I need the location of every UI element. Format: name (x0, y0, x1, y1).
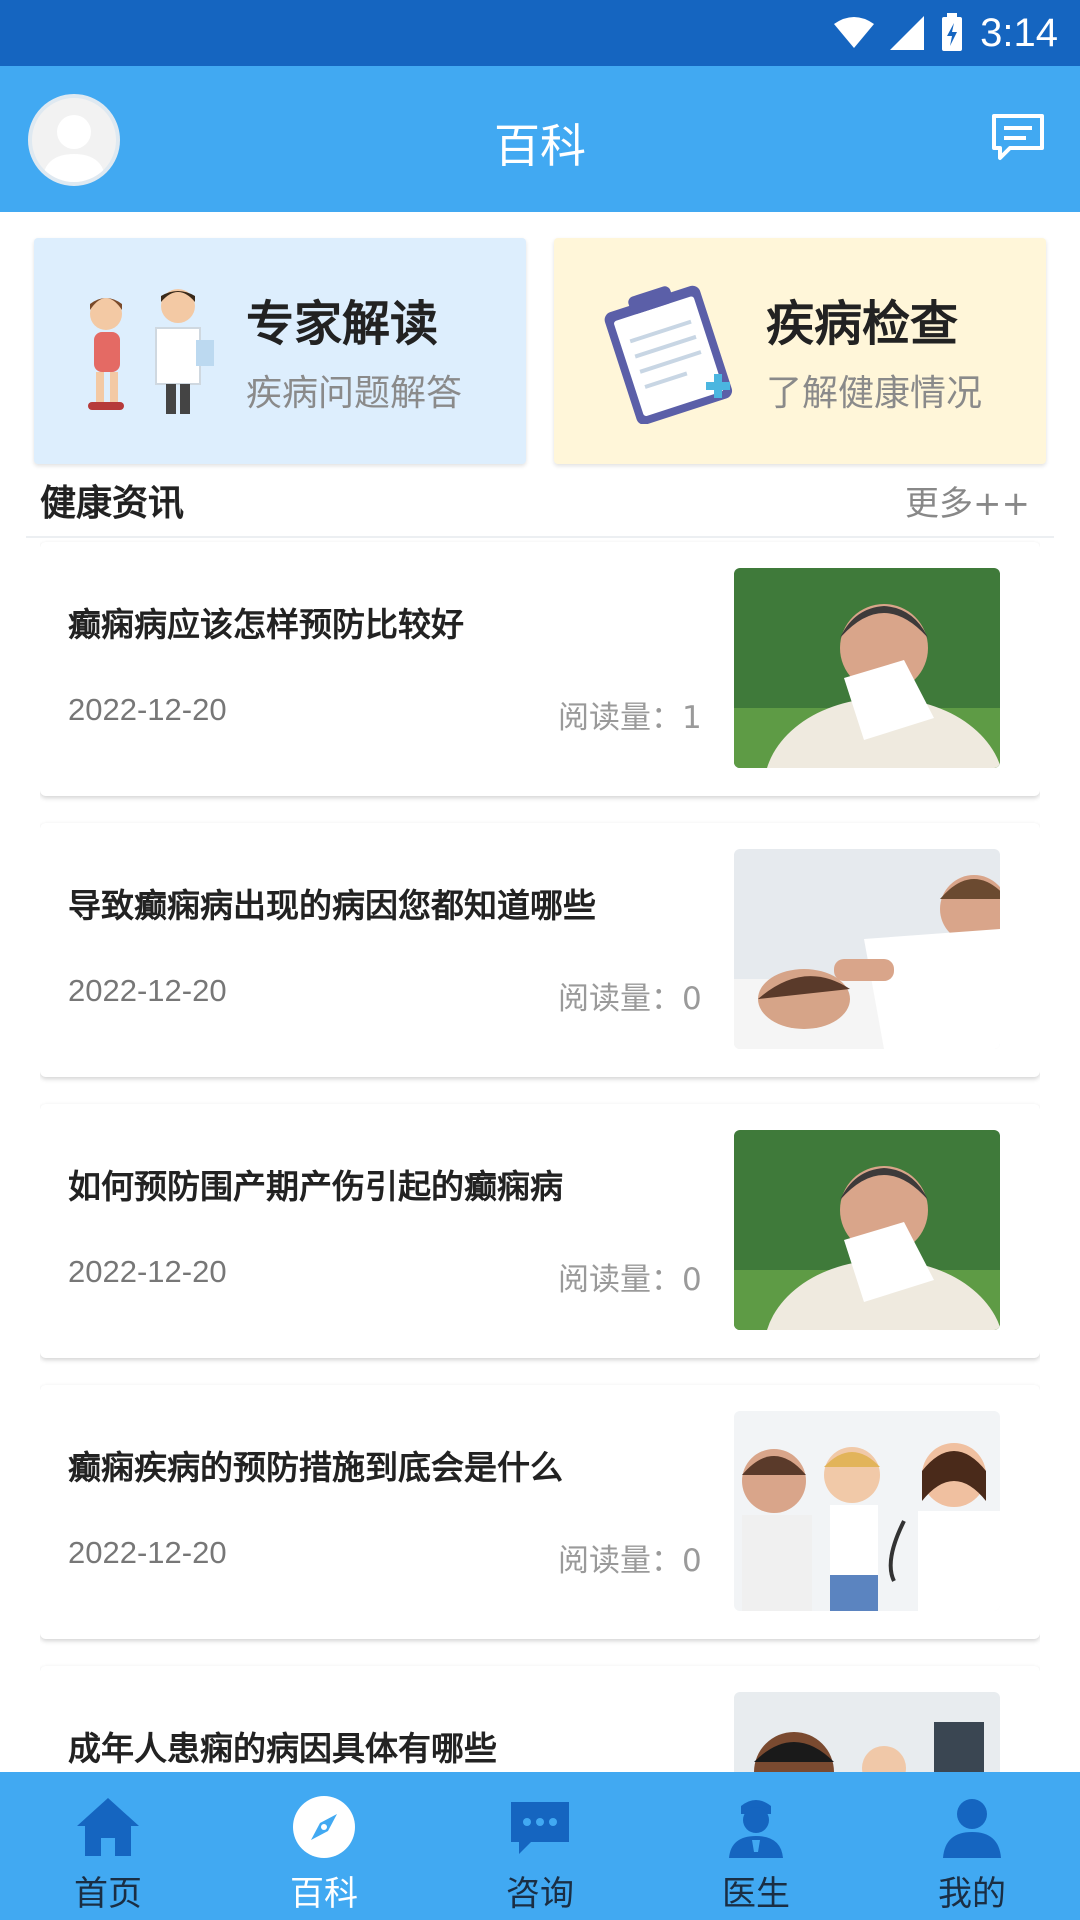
check-card-subtitle: 了解健康情况 (766, 373, 983, 414)
feature-cards: 专家解读 疾病问题解答 疾病检查 了解健康情况 (34, 238, 1046, 464)
tab-encyclopedia[interactable]: 百科 (216, 1772, 432, 1920)
tab-mine[interactable]: 我的 (864, 1772, 1080, 1920)
tab-doctor[interactable]: 医生 (648, 1772, 864, 1920)
section-title: 健康资讯 (40, 483, 185, 524)
expert-interpretation-card[interactable]: 专家解读 疾病问题解答 (34, 238, 526, 464)
article-title: 成年人患痫的病因具体有哪些 (68, 1729, 497, 1768)
person-icon (943, 1799, 1001, 1858)
article-read-count: 阅读量：0 (558, 1543, 702, 1579)
article-date: 2022-12-20 (68, 1254, 227, 1289)
expert-card-subtitle: 疾病问题解答 (246, 373, 463, 414)
page-title: 百科 (494, 119, 586, 173)
tab-label: 咨询 (506, 1874, 574, 1914)
more-link[interactable]: 更多++ (905, 476, 1030, 525)
tab-label: 医生 (722, 1874, 790, 1914)
article-read-count: 阅读量：0 (558, 981, 702, 1017)
article-date: 2022-12-20 (68, 1535, 227, 1570)
tab-label: 首页 (74, 1874, 142, 1914)
expert-card-title: 专家解读 (246, 296, 439, 352)
tab-label: 我的 (938, 1874, 1006, 1914)
article-date: 2022-12-20 (68, 692, 227, 727)
article-title: 癫痫疾病的预防措施到底会是什么 (68, 1448, 563, 1487)
divider (26, 536, 1054, 538)
app-bar: 百科 (0, 66, 1080, 212)
doctor-patient-illustration (88, 289, 214, 414)
disease-check-card[interactable]: 疾病检查 了解健康情况 (554, 238, 1046, 464)
article-thumbnail (734, 1411, 1000, 1611)
clock: 3:14 (980, 10, 1058, 55)
list-item[interactable]: 导致癫痫病出现的病因您都知道哪些 2022-12-20 阅读量：0 (40, 823, 1040, 1077)
article-read-count: 阅读量：0 (558, 1262, 702, 1298)
clipboard-illustration (604, 285, 733, 424)
article-thumbnail (734, 849, 1000, 1049)
article-read-count: 阅读量：1 (558, 700, 702, 736)
list-item[interactable]: 成年人患痫的病因具体有哪些 (40, 1666, 1040, 1772)
check-card-title: 疾病检查 (766, 296, 959, 352)
list-item[interactable]: 如何预防围产期产伤引起的癫痫病 2022-12-20 阅读量：0 (40, 1104, 1040, 1358)
health-news-header: 健康资讯 更多++ (40, 470, 1040, 525)
list-item[interactable]: 癫痫病应该怎样预防比较好 2022-12-20 阅读量：1 (40, 542, 1040, 796)
article-thumbnail (734, 1130, 1000, 1330)
tab-consult[interactable]: 咨询 (432, 1772, 648, 1920)
wifi-icon (834, 17, 875, 48)
article-title: 导致癫痫病出现的病因您都知道哪些 (68, 886, 596, 925)
list-item[interactable]: 癫痫疾病的预防措施到底会是什么 2022-12-20 阅读量：0 (40, 1385, 1040, 1639)
tab-label: 百科 (290, 1874, 358, 1914)
message-icon[interactable] (990, 112, 1046, 164)
doctor-icon (729, 1800, 783, 1858)
article-thumbnail (734, 568, 1000, 768)
article-list[interactable]: 癫痫病应该怎样预防比较好 2022-12-20 阅读量：1 导致癫痫病出现的病因… (40, 540, 1040, 1772)
status-bar: 3:14 (0, 0, 1080, 66)
compass-icon (293, 1796, 355, 1858)
article-title: 癫痫病应该怎样预防比较好 (68, 605, 464, 644)
bottom-tab-bar: 首页 百科 咨询 医生 我的 (0, 1772, 1080, 1920)
battery-icon (942, 13, 963, 51)
chat-icon (511, 1802, 569, 1854)
article-thumbnail (734, 1692, 1000, 1772)
tab-home[interactable]: 首页 (0, 1772, 216, 1920)
signal-icon (890, 16, 925, 50)
article-title: 如何预防围产期产伤引起的癫痫病 (68, 1167, 563, 1206)
home-icon (77, 1798, 139, 1856)
article-date: 2022-12-20 (68, 973, 227, 1008)
